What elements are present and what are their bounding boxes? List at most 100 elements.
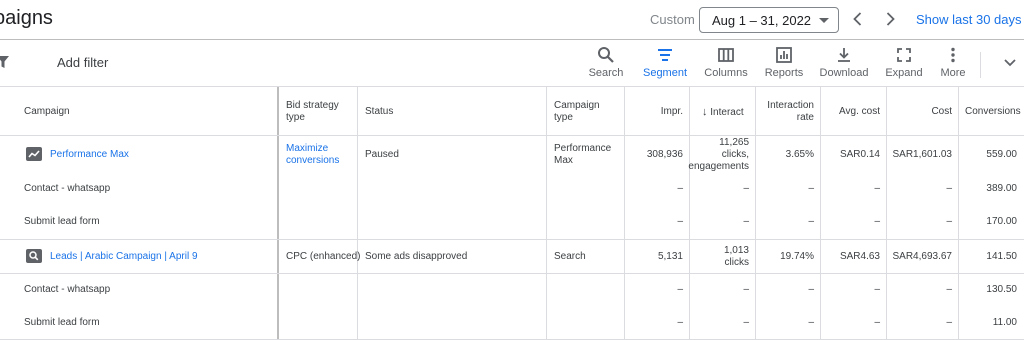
conversions-cell: 141.50 <box>986 251 1017 262</box>
bid-strategy-cell: CPC (enhanced) <box>286 251 361 262</box>
date-range-select[interactable]: Aug 1 – 31, 2022 <box>699 7 839 33</box>
date-range-value: Aug 1 – 31, 2022 <box>712 13 812 28</box>
expand-icon <box>897 48 911 62</box>
filter-icon[interactable] <box>0 56 9 69</box>
cost-cell: SAR4,693.67 <box>892 251 953 262</box>
column-header-avg-cost[interactable]: Avg. cost <box>822 106 880 118</box>
add-filter-button[interactable]: Add filter <box>57 55 108 70</box>
columns-icon <box>718 48 734 62</box>
interactions-cell: 11,265 clicks, engagements <box>684 137 749 173</box>
conversion-action-label: Contact - whatsapp <box>24 183 111 194</box>
chevron-down-icon <box>819 18 829 23</box>
column-header-bid-strategy[interactable]: Bid strategy type <box>286 100 339 124</box>
avg-cost-cell: – <box>874 183 880 194</box>
expand-label: Expand <box>885 67 923 79</box>
header-line: type <box>286 112 305 123</box>
column-divider <box>546 87 547 340</box>
download-button[interactable]: Download <box>818 46 870 79</box>
header-line: Interaction <box>767 100 814 111</box>
columns-label: Columns <box>704 67 748 79</box>
avg-cost-cell: – <box>874 216 880 227</box>
column-header-status[interactable]: Status <box>365 106 393 118</box>
impr-cell: – <box>677 317 683 328</box>
cell-line: 1,013 <box>723 245 749 256</box>
show-last-30-days-link[interactable]: Show last 30 days <box>916 12 1022 27</box>
impr-cell: 308,936 <box>646 149 683 160</box>
interactions-cell: – <box>743 284 749 295</box>
columns-button[interactable]: Columns <box>703 46 749 79</box>
column-header-cost[interactable]: Cost <box>888 106 952 118</box>
search-icon <box>598 47 614 63</box>
header-line: type <box>554 112 573 123</box>
impr-cell: – <box>677 183 683 194</box>
more-button[interactable]: More <box>937 46 969 79</box>
impr-cell: 5,131 <box>657 251 683 262</box>
cost-cell: SAR1,601.03 <box>892 149 953 160</box>
download-label: Download <box>819 67 869 79</box>
column-divider <box>886 87 887 340</box>
previous-period-button[interactable] <box>848 9 868 29</box>
interaction-rate-cell: 3.65% <box>785 149 814 160</box>
impr-cell: – <box>677 216 683 227</box>
status-cell: Paused <box>365 149 399 160</box>
toolbar-divider <box>980 52 981 78</box>
column-header-campaign[interactable]: Campaign <box>24 106 70 118</box>
cell-line: clicks, <box>721 149 749 160</box>
top-bar: paigns Custom Aug 1 – 31, 2022 Show last… <box>0 0 1024 40</box>
header-line: Bid strategy <box>286 100 339 111</box>
segment-button[interactable]: Segment <box>641 46 689 79</box>
avg-cost-cell: – <box>874 317 880 328</box>
column-header-interaction-rate[interactable]: Interaction rate <box>757 100 814 124</box>
interaction-rate-cell: 19.74% <box>780 251 814 262</box>
column-header-conversions[interactable]: Conversions <box>965 106 1021 118</box>
search-label: Search <box>588 67 624 79</box>
reports-button[interactable]: Reports <box>762 46 806 79</box>
reports-label: Reports <box>764 67 804 79</box>
campaigns-table: Campaign Bid strategy type Status Campai… <box>0 87 1024 340</box>
impr-cell: – <box>677 284 683 295</box>
column-header-campaign-type[interactable]: Campaign type <box>554 100 600 124</box>
column-divider <box>689 87 690 340</box>
cost-cell: – <box>946 183 952 194</box>
row-divider <box>0 273 1024 274</box>
segment-label: Segment <box>642 67 688 79</box>
conversions-cell: 389.00 <box>986 183 1017 194</box>
campaign-type-cell: Performance Max <box>554 143 611 167</box>
interaction-rate-cell: – <box>808 216 814 227</box>
chevron-down-icon[interactable] <box>1003 58 1017 68</box>
column-header-interactions[interactable]: ↓ Interact <box>702 106 753 119</box>
conversion-action-label: Submit lead form <box>24 216 100 227</box>
header-line: rate <box>796 112 814 123</box>
column-header-impr[interactable]: Impr. <box>626 106 683 118</box>
cell-line: Performance <box>554 143 612 154</box>
row-divider <box>0 239 1024 240</box>
cell-line: engagements <box>688 161 749 172</box>
arrow-down-icon: ↓ <box>702 106 708 118</box>
search-button[interactable]: Search <box>586 46 626 79</box>
campaign-link[interactable]: Performance Max <box>50 149 129 161</box>
interaction-rate-cell: – <box>808 183 814 194</box>
campaign-link[interactable]: Leads | Arabic Campaign | April 9 <box>50 251 198 263</box>
row-divider <box>0 135 1024 136</box>
table-toolbar: Add filter Search Segment Columns Report… <box>0 40 1024 87</box>
interactions-cell: – <box>743 183 749 194</box>
cost-cell: – <box>946 317 952 328</box>
expand-button[interactable]: Expand <box>883 46 925 79</box>
chevron-right-icon <box>886 12 895 26</box>
campaign-type-cell: Search <box>554 251 586 262</box>
performance-max-icon <box>26 147 42 161</box>
header-line: Interact <box>710 107 744 118</box>
interactions-cell: 1,013 clicks <box>691 245 749 269</box>
bid-strategy-link[interactable]: Maximize conversions <box>286 143 339 167</box>
conversion-action-label: Contact - whatsapp <box>24 284 111 295</box>
header-line: Campaign <box>554 100 600 111</box>
column-divider <box>357 87 358 340</box>
cell-line: 11,265 <box>719 137 749 148</box>
conversions-cell: 130.50 <box>986 284 1017 295</box>
cell-line: conversions <box>286 155 340 166</box>
conversions-cell: 170.00 <box>986 216 1017 227</box>
interactions-cell: – <box>743 216 749 227</box>
next-period-button[interactable] <box>880 9 900 29</box>
download-icon <box>838 48 850 62</box>
column-divider <box>624 87 625 340</box>
